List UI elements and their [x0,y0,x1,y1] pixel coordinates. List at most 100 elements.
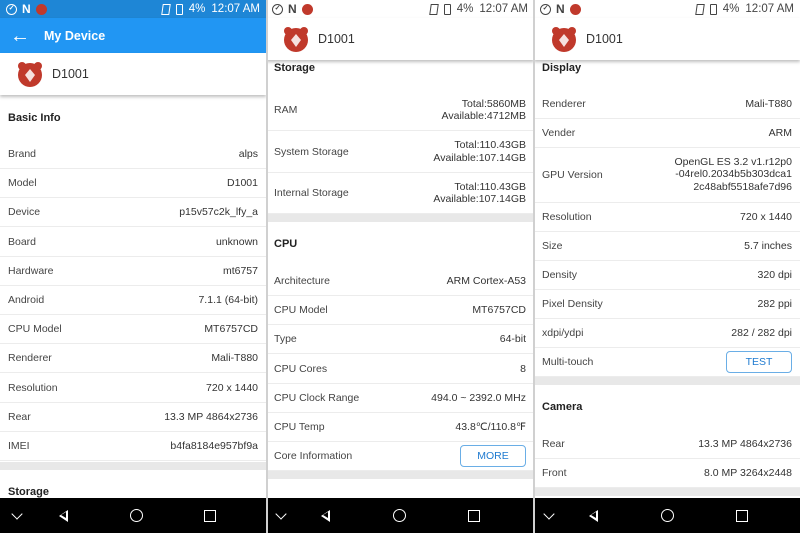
status-bar: ✓ N 4% 12:07 AM [0,0,266,18]
row-value: 720 x 1440 [206,381,258,394]
row-value: 8.0 MP 3264x2448 [704,467,792,479]
gpu-version-line: -04rel0.2034b5b303dca1 [675,168,792,181]
row-label: CPU Clock Range [274,391,360,404]
section-title-display: Display [542,62,582,74]
back-arrow-icon[interactable]: ← [10,26,36,46]
row-value: 282 / 282 dpi [731,327,792,339]
n-icon: N [556,2,565,16]
row-label: Brand [8,148,37,160]
row-value: mt6757 [222,264,258,277]
row-value-line: Total:110.43GB [454,180,526,193]
gpu-version-label: GPU Version [542,168,603,181]
row-value: b4fa8184e957bf9a [170,440,258,452]
nav-back-icon[interactable] [578,509,608,522]
antutu-logo-icon [18,62,42,87]
cpu-row: Type 64-bit [266,325,534,355]
row-label: Internal Storage [274,187,349,199]
nav-recents-icon[interactable] [459,509,489,522]
row-label: Architecture [274,275,331,287]
row-value-line: Total:5860MB [461,97,526,110]
device-header: D1001 [534,18,800,60]
nav-back-icon[interactable] [310,509,340,522]
device-header: D1001 [0,53,266,95]
test-button[interactable]: TEST [726,351,792,373]
section-divider [266,471,534,479]
status-bar: ✓ N 4% 12:07 AM [266,0,534,18]
panel-separator [266,0,268,533]
clock: 12:07 AM [745,3,794,15]
row-label: Front [542,467,567,479]
battery-icon [443,3,451,15]
display-row: Vender ARM [534,119,800,148]
gpu-version-line: OpenGL ES 3.2 v1.r12p0 [674,155,792,168]
app-logo-icon [569,3,581,15]
app-logo-icon [301,3,313,15]
basic-info-row: Model D1001 [0,169,266,199]
nav-back-icon[interactable] [48,509,78,522]
row-label: CPU Temp [274,421,325,433]
nav-recents-icon[interactable] [195,509,225,522]
row-label: CPU Model [274,304,328,317]
nav-bar [534,498,800,533]
basic-info-row: Board unknown [0,228,266,257]
clock: 12:07 AM [479,3,528,15]
row-value: unknown [215,235,258,248]
row-value-line: Available:107.14GB [433,193,526,205]
nav-recents-icon[interactable] [727,509,757,522]
basic-info-row: Brand alps [0,140,266,169]
row-value: ARM [768,127,792,139]
nav-home-icon[interactable] [384,509,414,522]
section-divider [0,462,266,470]
section-title-cpu: CPU [274,238,298,250]
row-label: IMEI [8,440,30,452]
row-value: MT6757CD [204,323,258,336]
multi-touch-row: Multi-touch TEST [534,348,800,377]
screen-my-device: ✓ N 4% 12:07 AM ← My Device D1001 Basic … [0,0,266,533]
more-button[interactable]: MORE [460,445,526,467]
row-label: Resolution [542,211,592,223]
row-label: xdpi/ydpi [542,327,584,339]
section-title-storage: Storage [8,486,49,498]
clock: 12:07 AM [211,3,260,15]
row-value-line: Available:107.14GB [433,151,526,164]
status-bar: ✓ N 4% 12:07 AM [534,0,800,18]
nav-home-icon[interactable] [652,509,682,522]
row-value: ARM Cortex-A53 [446,275,526,287]
n-icon: N [22,2,31,16]
row-label: Android [8,294,45,306]
battery-level: 4% [188,3,206,15]
row-value: Total:5860MB Available:4712MB [442,98,526,123]
row-label: Rear [8,410,31,423]
row-value: 13.3 MP 4864x2736 [164,410,258,423]
row-label: Type [274,333,297,346]
core-information-label: Core Information [274,450,353,462]
section-divider [534,488,800,496]
row-label: Size [542,240,563,252]
nav-hide-icon[interactable] [534,507,564,520]
device-header: D1001 [266,18,534,60]
display-row: Renderer Mali-T880 [534,90,800,119]
display-row: xdpi/ydpi 282 / 282 dpi [534,319,800,348]
display-row: Size 5.7 inches [534,232,800,261]
nav-hide-icon[interactable] [2,507,32,520]
row-value: D1001 [227,177,258,190]
row-value: Mali-T880 [211,352,258,365]
camera-row: Front 8.0 MP 3264x2448 [534,459,800,488]
row-label: Device [8,206,41,219]
nav-home-icon[interactable] [121,509,151,522]
storage-row: RAM Total:5860MB Available:4712MB [266,90,534,131]
battery-level: 4% [722,3,740,15]
basic-info-row: Resolution 720 x 1440 [0,374,266,403]
nav-hide-icon[interactable] [266,507,296,520]
n-icon: N [288,2,297,16]
row-value: Total:110.43GB Available:107.14GB [433,181,526,206]
section-divider [266,214,534,222]
row-label: Board [8,235,37,248]
app-bar: ← My Device [0,18,266,53]
section-title-basic-info: Basic Info [8,112,61,124]
row-value: 720 x 1440 [740,211,792,223]
row-value: 7.1.1 (64-bit) [198,294,258,306]
basic-info-row: Renderer Mali-T880 [0,344,266,374]
row-value: 320 dpi [757,269,792,281]
page-title: My Device [44,28,106,43]
